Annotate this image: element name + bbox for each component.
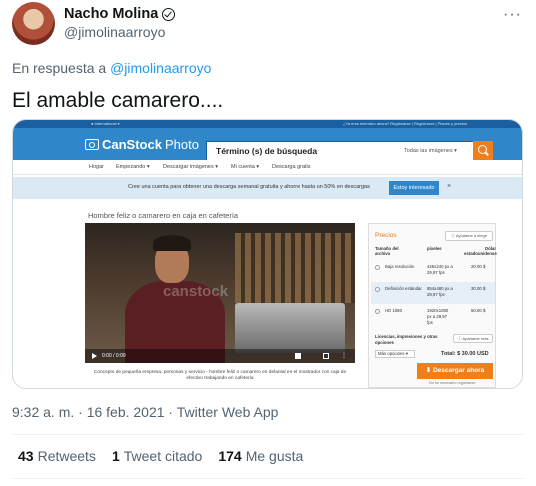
divider bbox=[12, 434, 524, 435]
retweets-label: Retweets bbox=[37, 448, 96, 464]
logo-text: CanStock bbox=[102, 137, 162, 152]
reply-prefix: En respuesta a bbox=[12, 60, 107, 76]
reply-context: En respuesta a @jimolinaarroyo bbox=[12, 60, 211, 76]
close-icon: × bbox=[447, 183, 452, 190]
language-selector: ● International ▾ bbox=[91, 121, 120, 126]
retweets-count: 43 bbox=[18, 448, 34, 464]
fullscreen-icon bbox=[323, 353, 329, 359]
watermark: canstock bbox=[163, 283, 229, 300]
video-time: 0:00 / 0:09 bbox=[102, 353, 126, 359]
site-logo: CanStock Photo bbox=[85, 137, 199, 152]
video-controls: 0:00 / 0:09 ⋮ bbox=[85, 349, 355, 363]
row-price: 30.00 $ bbox=[471, 286, 486, 291]
site-nav: Hogar Empezando ▾ Descargar imágenes ▾ M… bbox=[13, 160, 522, 175]
price-row: Baja resolución 426x240 px a 29,97 fps 2… bbox=[371, 260, 495, 282]
divider bbox=[12, 478, 524, 479]
nav-item: Hogar bbox=[89, 164, 104, 170]
row-name: HD 1080 bbox=[385, 308, 402, 313]
video-preview: canstock 0:00 / 0:09 ⋮ bbox=[85, 223, 355, 363]
quote-tweets-label: Tweet citado bbox=[123, 448, 203, 464]
row-name: Definición estándar bbox=[385, 286, 422, 291]
more-options-icon[interactable]: ··· bbox=[503, 6, 522, 24]
total-price: Total: $ 30.00 USD bbox=[441, 351, 489, 357]
banner-button: Estoy interesado bbox=[389, 181, 439, 195]
tweet-media-image[interactable]: ● International ▾ ¿Ya eres miembro ahora… bbox=[12, 119, 523, 389]
retweets-stat[interactable]: 43 Retweets bbox=[18, 448, 96, 464]
video-menu-icon: ⋮ bbox=[341, 353, 347, 359]
row-pixels: 426x240 px a 29,97 fps bbox=[427, 264, 453, 275]
site-topbar: ● International ▾ ¿Ya eres miembro ahora… bbox=[13, 120, 522, 128]
row-price: 50.00 $ bbox=[471, 308, 486, 313]
banner-text: Cree una cuenta para obtener una descarg… bbox=[128, 184, 370, 190]
col-header-size: Tamaño del archivo bbox=[375, 246, 399, 256]
logo-suffix: Photo bbox=[164, 137, 199, 152]
price-row: HD 1080 1920x1080 px a 29,97 fps 50.00 $ bbox=[371, 304, 495, 326]
tweet-header: Nacho Molina @jimolinaarroyo ··· bbox=[12, 2, 524, 46]
likes-label: Me gusta bbox=[245, 448, 304, 464]
quote-tweets-count: 1 bbox=[111, 448, 120, 464]
help-button-2: ⓘ Apártame más bbox=[453, 334, 493, 343]
row-price: 20.00 $ bbox=[471, 264, 486, 269]
person-hair bbox=[153, 235, 191, 251]
likes-stat[interactable]: 174 Me gusta bbox=[218, 448, 303, 464]
tweet-text: El amable camarero.... bbox=[12, 89, 224, 112]
coffee-machine bbox=[235, 303, 345, 353]
site-search-input: Término (s) de búsqueda Todas las imágen… bbox=[206, 141, 476, 161]
col-header-price: Dólar estadounidense bbox=[464, 246, 497, 256]
row-pixels: 1920x1080 px a 29,97 fps bbox=[427, 308, 449, 325]
license-label: Licencias, impresiones y otras opciones bbox=[375, 334, 438, 345]
display-name[interactable]: Nacho Molina bbox=[64, 6, 158, 22]
play-icon bbox=[92, 353, 97, 359]
handle[interactable]: @jimolinaarroyo bbox=[64, 24, 165, 40]
image-title: Hombre feliz o camarero en caja en cafet… bbox=[88, 211, 239, 220]
help-button: ⓘ Ayúdame a elegir bbox=[445, 231, 493, 241]
reply-handle-link[interactable]: @jimolinaarroyo bbox=[110, 60, 211, 76]
topbar-links: ¿Ya eres miembro ahora? Registrarse | Re… bbox=[343, 121, 468, 126]
download-button: ⬇ Descargar ahora bbox=[417, 363, 493, 379]
col-header-pixels: píxeles bbox=[427, 246, 442, 251]
image-caption: Concepto de pequeña empresa, personas y … bbox=[93, 370, 347, 381]
search-icon bbox=[473, 141, 493, 161]
row-pixels: 854x480 px a 29,97 fps bbox=[427, 286, 453, 297]
volume-icon bbox=[295, 353, 301, 359]
options-select: Más opciones ▾ bbox=[375, 350, 415, 358]
likes-count: 174 bbox=[218, 448, 242, 464]
site-banner: Cree una cuenta para obtener una descarg… bbox=[13, 177, 522, 199]
price-row-selected: Definición estándar 854x480 px a 29,97 f… bbox=[371, 282, 495, 304]
verified-badge-icon bbox=[162, 7, 176, 21]
search-filter: Todas las imágenes ▾ bbox=[404, 148, 457, 154]
radio-icon bbox=[375, 309, 380, 314]
camera-icon bbox=[85, 139, 99, 150]
row-name: Baja resolución bbox=[385, 264, 415, 269]
nav-item: Mi cuenta ▾ bbox=[231, 164, 260, 170]
tweet-stats: 43 Retweets 1 Tweet citado 174 Me gusta bbox=[18, 448, 319, 464]
tweet-timestamp[interactable]: 9:32 a. m. · 16 feb. 2021 · Twitter Web … bbox=[12, 404, 278, 420]
quote-tweets-stat[interactable]: 1 Tweet citado bbox=[112, 448, 202, 464]
nav-item: Descarga gratis bbox=[272, 164, 311, 170]
avatar[interactable] bbox=[12, 2, 55, 45]
radio-icon bbox=[375, 265, 380, 270]
no-registration-note: No es necesario registrarse bbox=[429, 381, 476, 385]
nav-item: Empezando ▾ bbox=[116, 164, 150, 170]
shelf-graphic bbox=[235, 233, 355, 303]
pricing-panel: Precios ⓘ Ayúdame a elegir Tamaño del ar… bbox=[368, 223, 497, 388]
site-header: CanStock Photo Término (s) de búsqueda To… bbox=[13, 128, 522, 161]
name-row: Nacho Molina bbox=[64, 6, 176, 22]
search-placeholder: Término (s) de búsqueda bbox=[216, 146, 318, 156]
radio-icon bbox=[375, 287, 380, 292]
pricing-title: Precios bbox=[375, 232, 397, 239]
nav-item: Descargar imágenes ▾ bbox=[163, 164, 219, 170]
